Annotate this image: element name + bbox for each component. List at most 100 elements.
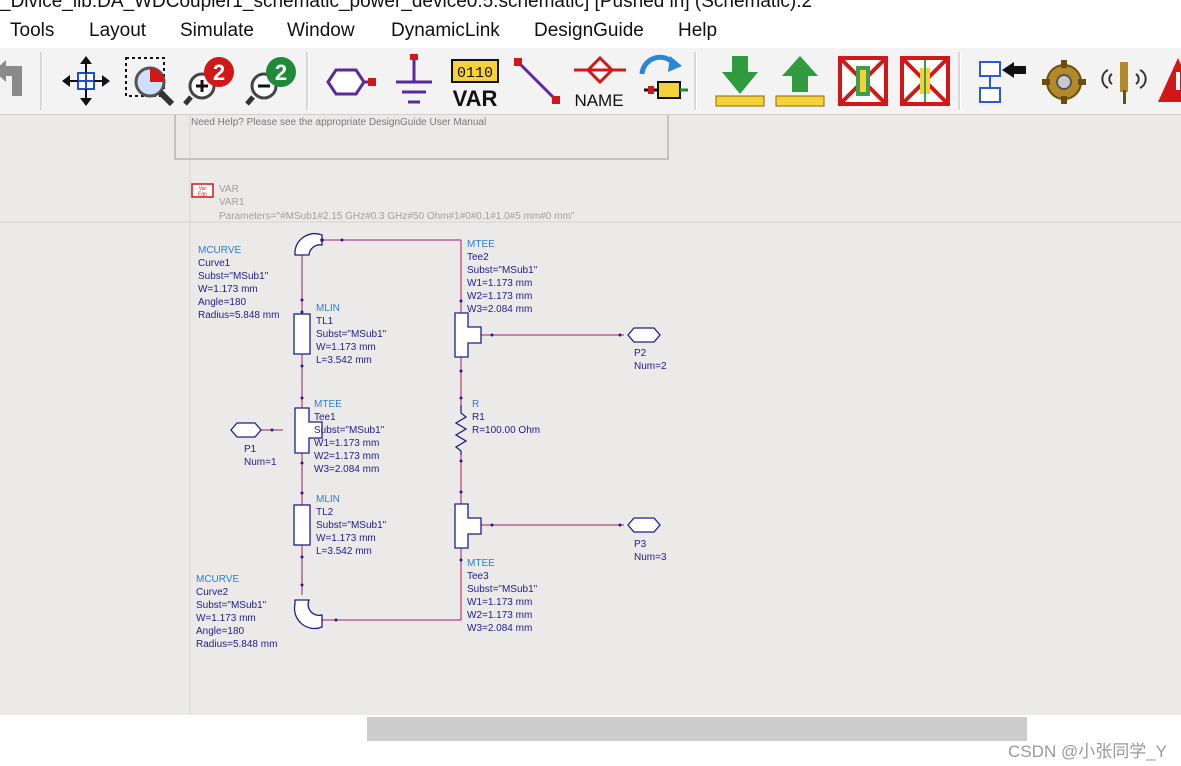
zoom-in-2x-icon[interactable]: 2 (182, 52, 238, 110)
r1-param: R=100.00 Ohm (472, 425, 540, 436)
tee1-param: W3=2.084 mm (314, 464, 379, 475)
port-p2-symbol[interactable] (627, 327, 661, 343)
tl2-param: Subst="MSub1" (316, 520, 387, 531)
move-icon[interactable] (58, 52, 114, 110)
menu-tools[interactable]: Tools (10, 20, 54, 42)
name-icon[interactable]: NAME (572, 52, 628, 110)
menu-layout[interactable]: Layout (89, 20, 146, 42)
p3-name: P3 (634, 539, 647, 550)
zoom-out-2x-label: 2 (275, 60, 287, 85)
schematic-drawing: Need Help? Please see the appropriate De… (0, 115, 1181, 715)
push-in-icon[interactable] (712, 52, 768, 110)
ground-icon[interactable] (386, 52, 442, 110)
tee3-name: Tee3 (467, 571, 489, 582)
curve1-param: W=1.173 mm (198, 284, 258, 295)
var-block-params: Parameters="#MSub1#2.15 GHz#0.3 GHz#50 O… (219, 211, 575, 222)
hierarchy-icon[interactable] (974, 52, 1030, 110)
tl1-type: MLIN (316, 303, 340, 314)
var-block-name: VAR1 (219, 197, 245, 208)
tee1-param: Subst="MSub1" (314, 425, 385, 436)
var-digits: 0110 (457, 65, 493, 82)
components (230, 233, 661, 630)
scrollbar-thumb[interactable] (367, 717, 1027, 741)
tee2-param: W1=1.173 mm (467, 278, 532, 289)
deactivate-short-icon[interactable] (898, 52, 954, 110)
r1-symbol[interactable] (454, 405, 468, 455)
tl2-symbol[interactable] (293, 504, 311, 546)
p3-num: Num=3 (634, 552, 667, 563)
simulate-icon[interactable] (634, 52, 690, 110)
deactivate-icon[interactable] (836, 52, 892, 110)
curve2-param: Radius=5.848 mm (196, 639, 277, 650)
tee2-param: W3=2.084 mm (467, 304, 532, 315)
menu-dynamiclink[interactable]: DynamicLink (391, 20, 500, 42)
rotate-icon[interactable] (0, 52, 36, 110)
port-p1-symbol[interactable] (230, 422, 262, 438)
toolbar: 2 2 0110 VAR NAME (0, 48, 1181, 115)
curve2-param: Angle=180 (196, 626, 245, 637)
curve1-param: Angle=180 (198, 297, 247, 308)
tl1-name: TL1 (316, 316, 334, 327)
curve1-type: MCURVE (198, 245, 241, 256)
tl1-param: Subst="MSub1" (316, 329, 387, 340)
tee3-symbol[interactable] (454, 503, 482, 549)
designguide-help-text: Need Help? Please see the appropriate De… (191, 117, 486, 128)
zoom-area-icon[interactable] (122, 52, 178, 110)
tl2-param: W=1.173 mm (316, 533, 376, 544)
menu-designguide[interactable]: DesignGuide (534, 20, 644, 42)
r1-type: R (472, 399, 479, 410)
tl1-symbol[interactable] (293, 313, 311, 355)
curve2-type: MCURVE (196, 574, 239, 585)
tee3-param: Subst="MSub1" (467, 584, 538, 595)
menu-simulate[interactable]: Simulate (180, 20, 254, 42)
curve1-symbol[interactable] (294, 233, 323, 256)
port-icon[interactable] (322, 52, 378, 110)
tl1-param: W=1.173 mm (316, 342, 376, 353)
pop-out-icon[interactable] (772, 52, 828, 110)
r1-name: R1 (472, 412, 485, 423)
status-bar: CSDN @小张同学_Y (0, 742, 1181, 766)
alert-icon[interactable] (1158, 52, 1181, 110)
var-icon[interactable]: 0110 VAR (448, 52, 504, 110)
curve2-param: Subst="MSub1" (196, 600, 267, 611)
tee2-symbol[interactable] (454, 312, 482, 358)
tee3-param: W1=1.173 mm (467, 597, 532, 608)
toolbar-separator (40, 52, 43, 110)
curve2-name: Curve2 (196, 587, 229, 598)
curve2-symbol[interactable] (293, 599, 323, 630)
toolbar-separator (958, 52, 961, 110)
window-title-bar: _Divice_lib:DA_WDCoupler1_schematic_powe… (0, 0, 1181, 14)
tl1-param: L=3.542 mm (316, 355, 372, 366)
tee1-type: MTEE (314, 399, 342, 410)
tuning-icon[interactable] (1098, 52, 1154, 110)
menu-window[interactable]: Window (287, 20, 355, 42)
name-label: NAME (574, 91, 623, 110)
toolbar-separator (306, 52, 309, 110)
menu-help[interactable]: Help (678, 20, 717, 42)
tee3-param: W2=1.173 mm (467, 610, 532, 621)
window-title: _Divice_lib:DA_WDCoupler1_schematic_powe… (0, 0, 813, 12)
tee1-name: Tee1 (314, 412, 336, 423)
gear-icon[interactable] (1036, 52, 1092, 110)
tee2-name: Tee2 (467, 252, 489, 263)
tee2-type: MTEE (467, 239, 495, 250)
schematic-canvas[interactable]: Need Help? Please see the appropriate De… (0, 115, 1181, 715)
tee2-param: W2=1.173 mm (467, 291, 532, 302)
p2-name: P2 (634, 348, 647, 359)
var-label: VAR (453, 86, 498, 110)
tl2-name: TL2 (316, 507, 334, 518)
port-p3-symbol[interactable] (627, 517, 661, 533)
menu-bar: Tools Layout Simulate Window DynamicLink… (0, 14, 1181, 48)
watermark: CSDN @小张同学_Y (1008, 742, 1167, 761)
tl2-param: L=3.542 mm (316, 546, 372, 557)
p1-name: P1 (244, 444, 257, 455)
p1-num: Num=1 (244, 457, 277, 468)
tee1-param: W1=1.173 mm (314, 438, 379, 449)
zoom-out-2x-icon[interactable]: 2 (244, 52, 300, 110)
toolbar-separator (694, 52, 697, 110)
curve2-param: W=1.173 mm (196, 613, 256, 624)
wire-icon[interactable] (510, 52, 566, 110)
tl2-type: MLIN (316, 494, 340, 505)
horizontal-scrollbar[interactable] (0, 715, 1181, 743)
tee3-type: MTEE (467, 558, 495, 569)
